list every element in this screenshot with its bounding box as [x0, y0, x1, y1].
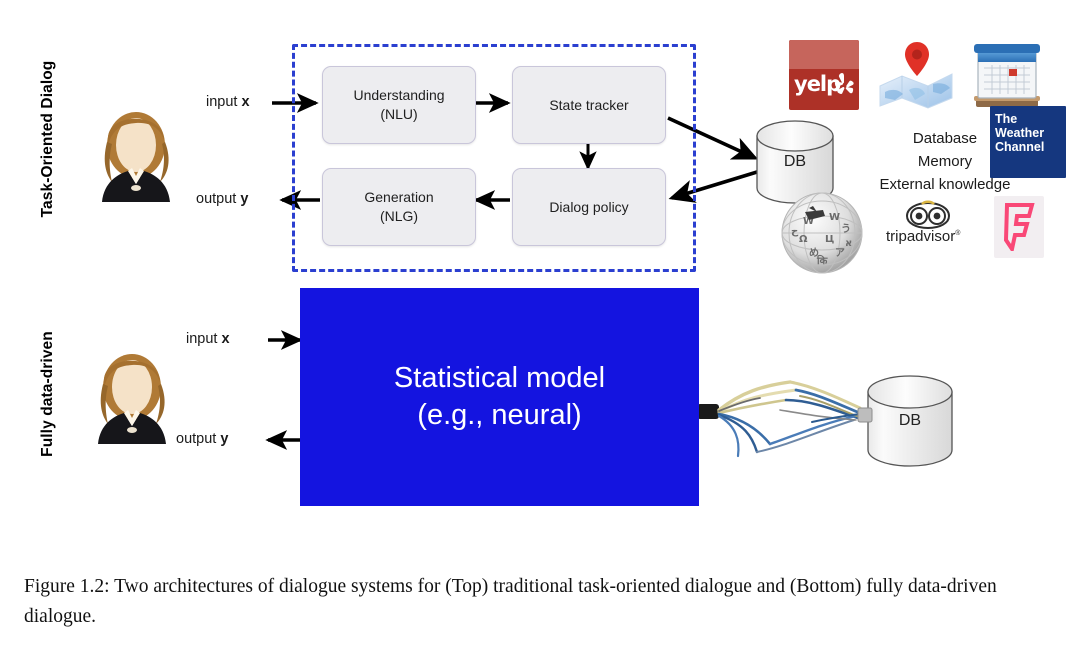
pipeline-box-state-tracker-line1: State tracker: [549, 96, 629, 113]
twc-line2: Weather: [995, 126, 1045, 140]
input-var-bottom: x: [221, 331, 230, 347]
statistical-model-box[interactable]: Statistical model (e.g., neural): [300, 288, 699, 506]
map-logo[interactable]: [877, 40, 955, 110]
pipeline-box-nlg[interactable]: Generation (NLG): [322, 168, 476, 246]
output-label-bottom-text: output: [176, 431, 221, 447]
row-label-fully-data-driven: Fully data-driven: [39, 331, 56, 457]
foursquare-logo[interactable]: [994, 196, 1044, 258]
tripadvisor-word: tripadvisor: [886, 228, 956, 245]
database-label-bottom: DB: [898, 412, 922, 429]
figure-diagram: Task-Oriented Dialog input x output y Un…: [0, 0, 1080, 560]
woman-avatar-icon-bottom: [98, 354, 166, 444]
yelp-burst-icon: [834, 73, 854, 94]
svg-text:W: W: [829, 212, 840, 223]
weather-channel-logo[interactable]: The Weather Channel: [990, 106, 1066, 178]
wikipedia-globe-logo[interactable]: WW ΩЦ うめ アא حकि: [779, 190, 865, 276]
pipeline-box-dialog-policy[interactable]: Dialog policy: [512, 168, 666, 246]
svg-text:ح: ح: [791, 226, 799, 237]
input-label-top-text: input: [206, 94, 242, 110]
woman-avatar-icon-top: [102, 112, 170, 202]
pipeline-box-nlu[interactable]: Understanding (NLU): [322, 66, 476, 144]
frayed-cable-icon: [697, 380, 873, 458]
row-label-task-oriented: Task-Oriented Dialog: [39, 60, 56, 218]
input-label-bottom-text: input: [186, 331, 222, 347]
pipeline-box-nlg-line1: Generation: [364, 189, 434, 206]
input-var-top: x: [241, 94, 250, 110]
yelp-logo-band: [789, 40, 859, 70]
output-var-bottom: y: [220, 431, 229, 447]
foursquare-f-icon: [1003, 203, 1035, 251]
pipeline-box-nlu-line2: (NLU): [380, 106, 418, 122]
pipeline-box-dialog-policy-line1: Dialog policy: [549, 198, 629, 215]
output-label-top: output y: [196, 191, 248, 207]
tripadvisor-owl-icon[interactable]: [905, 200, 951, 230]
output-label-bottom: output y: [176, 431, 228, 447]
svg-text:Ω: Ω: [799, 234, 808, 245]
calendar-logo[interactable]: [970, 40, 1044, 112]
figure-caption: Figure 1.2: Two architectures of dialogu…: [24, 576, 997, 627]
output-var-top: y: [240, 191, 249, 207]
database-label-top: DB: [783, 153, 807, 170]
pipeline-box-nlg-line2: (NLG): [379, 208, 419, 224]
statistical-model-line1: Statistical model: [393, 361, 606, 394]
twc-line1: The: [995, 112, 1018, 126]
svg-text:Ц: Ц: [825, 234, 834, 245]
input-label-top: input x: [206, 94, 250, 110]
yelp-logo[interactable]: yelp: [789, 40, 859, 110]
pipeline-box-nlu-line1: Understanding: [353, 87, 445, 104]
svg-text:う: う: [841, 223, 851, 235]
input-label-bottom: input x: [186, 331, 230, 347]
pipeline-box-state-tracker[interactable]: State tracker: [512, 66, 666, 144]
statistical-model-line2: (e.g., neural): [417, 399, 582, 431]
tripadvisor-mark: ®: [955, 230, 961, 237]
svg-text:ア: ア: [835, 247, 845, 259]
twc-line3: Channel: [995, 140, 1045, 154]
svg-text:א: א: [845, 238, 852, 249]
tripadvisor-logo-text: tripadvisor®: [886, 228, 960, 245]
svg-text:कि: कि: [816, 254, 829, 267]
weather-channel-logo-text: The Weather Channel: [990, 106, 1066, 154]
output-label-top-text: output: [196, 191, 241, 207]
